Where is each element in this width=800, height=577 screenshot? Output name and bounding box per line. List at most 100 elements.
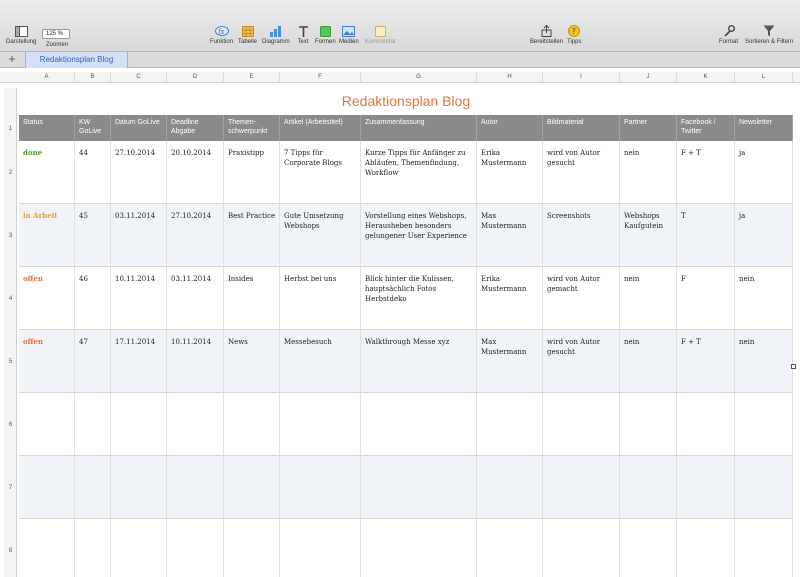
- header-cell[interactable]: Artikel (Arbeitstitel): [280, 115, 361, 141]
- table-cell[interactable]: Best Practice: [224, 204, 280, 266]
- share-button[interactable]: Bereitstellen: [530, 25, 563, 45]
- table-cell[interactable]: [167, 393, 224, 455]
- row-number-3[interactable]: 3: [4, 233, 17, 239]
- table-cell[interactable]: [361, 456, 477, 518]
- table-cell[interactable]: Blick hinter die Kulissen, hauptsächlich…: [361, 267, 477, 329]
- table-cell[interactable]: [543, 456, 620, 518]
- header-cell[interactable]: Status: [19, 115, 75, 141]
- table-cell[interactable]: [620, 456, 677, 518]
- table-cell[interactable]: 45: [75, 204, 111, 266]
- column-header-c[interactable]: C: [111, 72, 167, 83]
- sort-filter-button[interactable]: Sortieren & Filtern: [745, 25, 793, 45]
- table-cell[interactable]: [620, 519, 677, 577]
- status-cell[interactable]: [19, 456, 75, 518]
- table-cell[interactable]: ja: [735, 141, 793, 203]
- header-cell[interactable]: Facebook / Twitter: [677, 115, 735, 141]
- comment-button[interactable]: Kommentar: [365, 25, 396, 45]
- chart-button[interactable]: Diagramm: [262, 25, 290, 45]
- table-cell[interactable]: [75, 519, 111, 577]
- row-number-1[interactable]: 1: [4, 126, 17, 132]
- table-cell[interactable]: [167, 519, 224, 577]
- table-cell[interactable]: F: [677, 267, 735, 329]
- table-cell[interactable]: [167, 456, 224, 518]
- status-cell[interactable]: in Arbeit: [19, 204, 75, 266]
- row-number-7[interactable]: 7: [4, 485, 17, 491]
- table-cell[interactable]: [477, 456, 543, 518]
- table-cell[interactable]: Erika Mustermann: [477, 141, 543, 203]
- table-cell[interactable]: 44: [75, 141, 111, 203]
- view-button[interactable]: Darstellung: [6, 25, 36, 45]
- table-cell[interactable]: Kurze Tipps für Anfänger zu Abläufen, Th…: [361, 141, 477, 203]
- table-cell[interactable]: 46: [75, 267, 111, 329]
- status-cell[interactable]: [19, 393, 75, 455]
- table-cell[interactable]: Messebesuch: [280, 330, 361, 392]
- table-cell[interactable]: 17.11.2014: [111, 330, 167, 392]
- table-cell[interactable]: Max Mustermann: [477, 330, 543, 392]
- table-cell[interactable]: nein: [620, 141, 677, 203]
- table-cell[interactable]: wird von Autor gesucht: [543, 141, 620, 203]
- table-cell[interactable]: nein: [735, 330, 793, 392]
- function-button[interactable]: fx Funktion: [210, 25, 233, 45]
- table-cell[interactable]: [75, 393, 111, 455]
- table-cell[interactable]: 03.11.2014: [111, 204, 167, 266]
- row-number-8[interactable]: 8: [4, 548, 17, 554]
- status-cell[interactable]: [19, 519, 75, 577]
- table-cell[interactable]: [224, 393, 280, 455]
- table-cell[interactable]: [477, 393, 543, 455]
- table-cell[interactable]: 10.11.2014: [167, 330, 224, 392]
- table-cell[interactable]: Max Mustermann: [477, 204, 543, 266]
- zoom-select[interactable]: 125 %: [42, 29, 70, 39]
- table-cell[interactable]: wird von Autor gesucht: [543, 330, 620, 392]
- column-header-j[interactable]: J: [620, 72, 677, 83]
- table-cell[interactable]: Herbst bei uns: [280, 267, 361, 329]
- table-cell[interactable]: [543, 393, 620, 455]
- table-cell[interactable]: [543, 519, 620, 577]
- column-header-a[interactable]: A: [19, 72, 75, 83]
- table-cell[interactable]: [677, 456, 735, 518]
- column-header-l[interactable]: L: [735, 72, 793, 83]
- table-cell[interactable]: nein: [620, 330, 677, 392]
- table-cell[interactable]: Erika Mustermann: [477, 267, 543, 329]
- add-sheet-button[interactable]: +: [5, 53, 19, 67]
- table-cell[interactable]: [361, 519, 477, 577]
- header-cell[interactable]: Bildmaterial: [543, 115, 620, 141]
- row-number-5[interactable]: 5: [4, 359, 17, 365]
- column-header-e[interactable]: E: [224, 72, 280, 83]
- table-cell[interactable]: Praxistipp: [224, 141, 280, 203]
- sheet-tab-redaktionsplan[interactable]: Redaktionsplan Blog: [25, 52, 128, 68]
- table-cell[interactable]: [361, 393, 477, 455]
- column-header-g[interactable]: G: [361, 72, 477, 83]
- table-cell[interactable]: nein: [620, 267, 677, 329]
- table-cell[interactable]: [224, 456, 280, 518]
- table-cell[interactable]: Screenshots: [543, 204, 620, 266]
- status-cell[interactable]: offen: [19, 330, 75, 392]
- row-number-6[interactable]: 6: [4, 422, 17, 428]
- table-cell[interactable]: Webshops Kaufgutein: [620, 204, 677, 266]
- column-header-h[interactable]: H: [477, 72, 543, 83]
- table-cell[interactable]: [111, 519, 167, 577]
- column-header-f[interactable]: F: [280, 72, 361, 83]
- table-cell[interactable]: wird von Autor gemacht: [543, 267, 620, 329]
- column-header-i[interactable]: I: [543, 72, 620, 83]
- table-cell[interactable]: F + T: [677, 141, 735, 203]
- table-cell[interactable]: [620, 393, 677, 455]
- table-cell[interactable]: [111, 456, 167, 518]
- table-cell[interactable]: [280, 393, 361, 455]
- column-header-k[interactable]: K: [677, 72, 735, 83]
- column-header-d[interactable]: D: [167, 72, 224, 83]
- table-cell[interactable]: [735, 456, 793, 518]
- header-cell[interactable]: KW GoLive: [75, 115, 111, 141]
- table-cell[interactable]: 20.10.2014: [167, 141, 224, 203]
- table-cell[interactable]: Vorstellung eines Webshops, Herausheben …: [361, 204, 477, 266]
- table-cell[interactable]: Gute Umsetzung Webshops: [280, 204, 361, 266]
- table-cell[interactable]: [735, 393, 793, 455]
- table-cell[interactable]: F + T: [677, 330, 735, 392]
- table-cell[interactable]: News: [224, 330, 280, 392]
- table-cell[interactable]: [677, 519, 735, 577]
- table-cell[interactable]: 27.10.2014: [111, 141, 167, 203]
- table-cell[interactable]: [735, 519, 793, 577]
- table-cell[interactable]: 27.10.2014: [167, 204, 224, 266]
- header-cell[interactable]: Autor: [477, 115, 543, 141]
- row-number-2[interactable]: 2: [4, 170, 17, 176]
- format-button[interactable]: Format: [719, 25, 738, 45]
